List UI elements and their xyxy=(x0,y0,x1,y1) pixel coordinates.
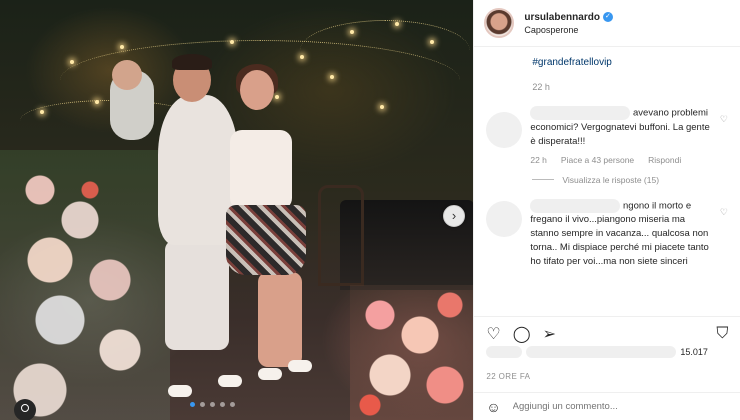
light-bulb xyxy=(275,95,279,99)
redacted-liker-name xyxy=(526,346,677,358)
light-bulb xyxy=(40,110,44,114)
comment-time: 22 h xyxy=(530,154,547,165)
flower-arrangement-left xyxy=(0,150,170,420)
shoe xyxy=(168,385,192,397)
man-legs xyxy=(165,240,229,350)
light-bulb xyxy=(230,40,234,44)
commenter-avatar[interactable] xyxy=(486,112,523,148)
post-sidebar: ursulabennardo ✓ Caposperone #grandefrate… xyxy=(473,0,740,420)
replies-divider xyxy=(532,179,555,181)
likes-count: 15.017 xyxy=(680,347,708,357)
chevron-right-icon: › xyxy=(451,208,457,223)
caption-time: 22 h xyxy=(532,82,550,92)
comment: ngono il morto e fregano il vivo...piang… xyxy=(474,198,740,270)
string-lights xyxy=(300,20,470,81)
add-comment-bar: ☺ xyxy=(474,392,740,420)
username-link[interactable]: ursulabennardo xyxy=(524,12,600,23)
comment-like-heart-icon[interactable]: ♡ xyxy=(720,207,728,218)
light-bulb xyxy=(300,55,304,59)
light-bulb xyxy=(350,30,354,34)
share-paper-plane-icon[interactable]: ➢ xyxy=(543,324,556,344)
caption: #grandefratellovip 22 h xyxy=(474,57,740,92)
light-bulb xyxy=(70,60,74,64)
carousel-dot xyxy=(220,402,225,407)
carousel-dot xyxy=(190,402,195,407)
view-replies[interactable]: Visualizza le risposte (15) xyxy=(474,175,740,185)
carousel-dot xyxy=(230,402,235,407)
likes-summary[interactable]: 15.017 xyxy=(486,346,708,358)
light-bulb xyxy=(330,75,334,79)
light-bulb xyxy=(120,45,124,49)
verified-badge-icon: ✓ xyxy=(602,11,613,22)
carousel-dots xyxy=(190,402,235,407)
post-date: 22 ORE FA xyxy=(486,372,531,381)
light-bulb xyxy=(395,22,399,26)
shoe xyxy=(258,368,282,380)
comment-text: avevano problemi economici? Vergognatevi… xyxy=(530,106,714,149)
redacted-username xyxy=(530,106,631,120)
action-bar: ♡ ◯ ➢ ⛉ xyxy=(474,316,740,350)
view-replies-label: Visualizza le risposte (15) xyxy=(562,174,660,185)
light-bulb xyxy=(430,40,434,44)
tagged-user-button[interactable] xyxy=(14,399,36,420)
avatar[interactable] xyxy=(484,8,515,38)
chair xyxy=(318,185,364,286)
comment-likes[interactable]: Piace a 43 persone xyxy=(561,155,634,165)
comment-text: ngono il morto e fregano il vivo...piang… xyxy=(530,198,714,270)
comment-like-heart-icon[interactable]: ♡ xyxy=(720,114,728,125)
shoe xyxy=(288,360,312,372)
light-bulb xyxy=(380,105,384,109)
post-photo[interactable]: › xyxy=(0,0,474,420)
next-slide-button[interactable]: › xyxy=(443,205,465,227)
woman-skirt xyxy=(226,205,306,275)
location-link[interactable]: Caposperone xyxy=(524,25,613,35)
redacted-liker-avatar xyxy=(486,346,523,358)
emoji-smile-icon[interactable]: ☺ xyxy=(486,399,500,415)
comment-bubble-icon[interactable]: ◯ xyxy=(513,324,531,344)
comment-meta: 22 h Piace a 43 persone Rispondi xyxy=(530,155,714,165)
woman-head xyxy=(240,70,274,110)
comment: avevano problemi economici? Vergognatevi… xyxy=(474,106,740,165)
flower-arrangement-right xyxy=(350,285,474,420)
woman-legs xyxy=(258,272,302,367)
carousel-dot xyxy=(200,402,205,407)
shoe xyxy=(218,375,242,387)
instagram-post: › ursulabennardo ✓ Caposperone #grandefra… xyxy=(0,0,740,420)
child-head xyxy=(112,60,142,90)
hashtag-link[interactable]: #grandefratellovip xyxy=(532,57,728,68)
woman-top xyxy=(230,130,292,210)
commenter-avatar[interactable] xyxy=(486,200,523,237)
carousel-dot xyxy=(210,402,215,407)
post-header: ursulabennardo ✓ Caposperone xyxy=(474,0,740,47)
reply-button[interactable]: Rispondi xyxy=(648,155,681,165)
bookmark-icon[interactable]: ⛉ xyxy=(716,325,728,343)
man-hair xyxy=(172,54,212,70)
comment-input[interactable] xyxy=(510,400,715,413)
light-bulb xyxy=(95,100,99,104)
like-heart-icon[interactable]: ♡ xyxy=(486,324,500,344)
redacted-username xyxy=(530,198,621,213)
